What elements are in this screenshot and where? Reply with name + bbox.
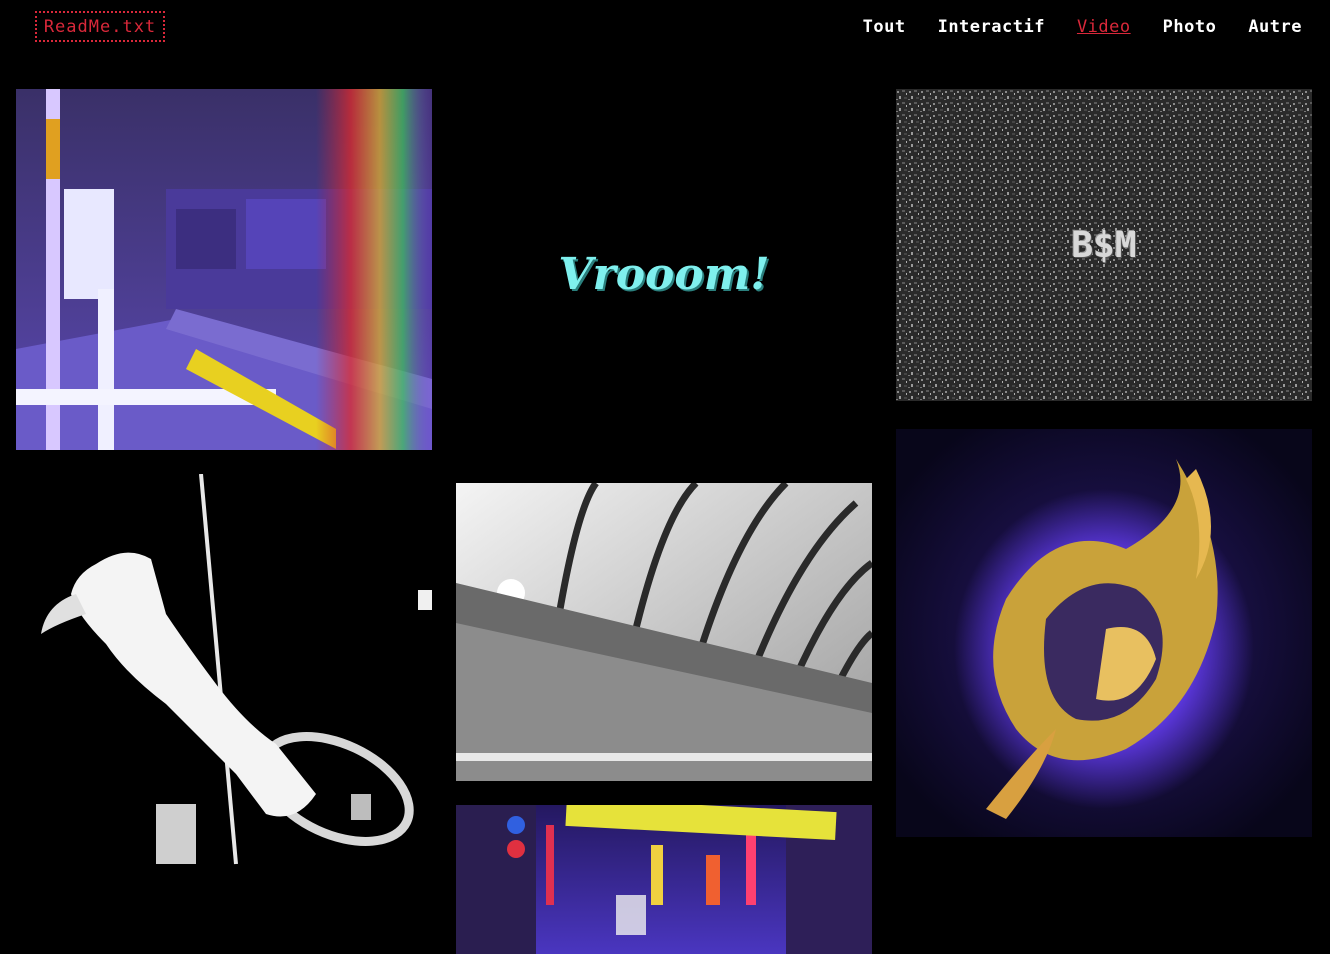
nav-item-tout[interactable]: Tout	[863, 14, 906, 40]
category-nav: Tout Interactif Video Photo Autre	[831, 14, 1302, 40]
gallery-item-bsm-static[interactable]: B$M	[896, 89, 1312, 401]
vrooom-title: Vrooom!	[558, 248, 770, 300]
gallery-item-neon-street[interactable]	[456, 805, 872, 954]
aerial-hoop-thumbnail	[16, 474, 432, 868]
gallery-item-abstract-blob[interactable]	[896, 429, 1312, 837]
arched-canopy-thumbnail	[456, 483, 872, 781]
railway-crossing-thumbnail	[16, 89, 432, 450]
nav-item-interactif[interactable]: Interactif	[938, 14, 1045, 40]
gallery-item-aerial-hoop[interactable]	[16, 474, 432, 868]
nav-item-photo[interactable]: Photo	[1163, 14, 1217, 40]
gallery-item-vrooom[interactable]: Vrooom!	[456, 89, 872, 459]
nav-item-video[interactable]: Video	[1077, 14, 1131, 40]
gallery-item-arched-canopy[interactable]	[456, 483, 872, 781]
gallery-item-railway-crossing[interactable]	[16, 89, 432, 450]
abstract-blob-thumbnail	[896, 429, 1312, 837]
nav-item-autre[interactable]: Autre	[1248, 14, 1302, 40]
bsm-label: B$M	[1071, 224, 1137, 266]
site-header: ReadMe.txt Tout Interactif Video Photo A…	[0, 0, 1330, 60]
readme-logo-button[interactable]: ReadMe.txt	[35, 11, 165, 42]
